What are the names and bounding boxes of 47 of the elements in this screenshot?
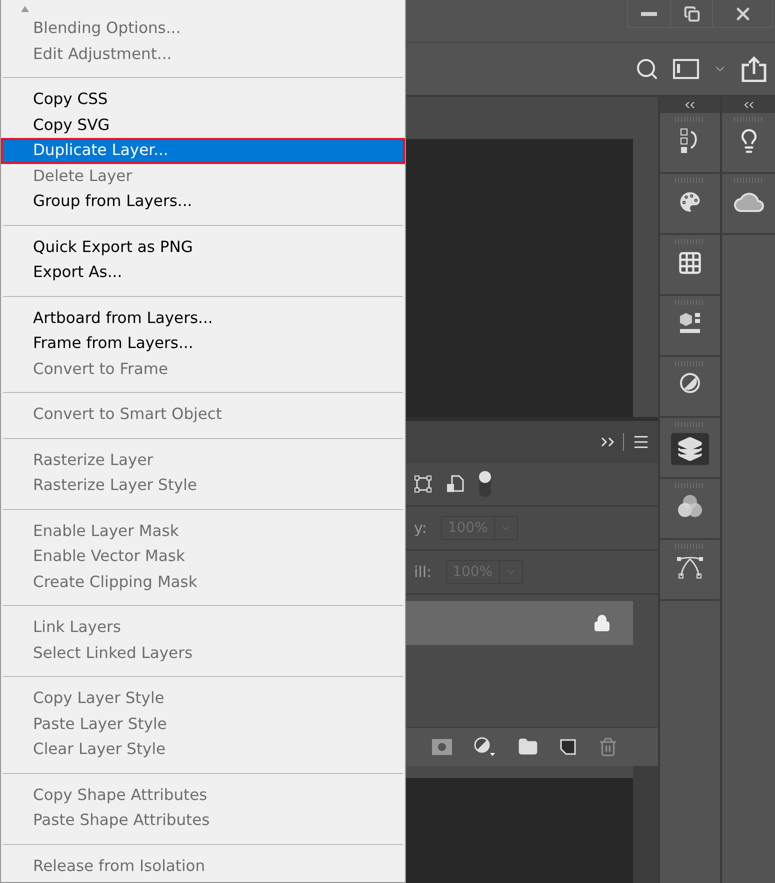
grip-icon: [675, 178, 705, 183]
workspace-button[interactable]: [673, 59, 699, 79]
lock-icon: [593, 614, 611, 632]
path-icon: [676, 555, 704, 579]
search-button[interactable]: [635, 57, 659, 81]
menu-icon[interactable]: [632, 433, 650, 451]
grip-icon: [734, 117, 764, 122]
grip-icon: [675, 300, 705, 305]
collapse-icon[interactable]: [685, 102, 695, 108]
field-label: y:: [414, 519, 427, 537]
workspace-icon: [673, 59, 699, 79]
channels-icon: [677, 494, 703, 518]
search-icon: [635, 57, 659, 81]
menu-item[interactable]: Copy CSS: [1, 87, 405, 112]
minimize-icon: [641, 12, 657, 16]
collapse-icon[interactable]: [744, 102, 754, 108]
share-button[interactable]: [741, 56, 767, 82]
menu-item[interactable]: Duplicate Layer...: [1, 138, 405, 164]
restore-icon: [684, 6, 700, 22]
transform-icon[interactable]: [414, 475, 432, 493]
grip-icon: [675, 239, 705, 244]
grip-icon: [675, 544, 705, 549]
menu-item[interactable]: Group from Layers...: [1, 189, 405, 214]
menu-item[interactable]: Artboard from Layers...: [1, 306, 405, 331]
grip-icon: [675, 483, 705, 488]
menu-item[interactable]: Frame from Layers...: [1, 331, 405, 356]
layers-icon: [677, 436, 703, 462]
adjustment-icon: [679, 372, 701, 394]
grip-icon: [675, 117, 705, 122]
grip-icon: [734, 178, 764, 183]
cube-icon: [678, 311, 702, 335]
share-icon: [741, 56, 767, 82]
artboard-icon[interactable]: [446, 475, 464, 493]
field-label: ill:: [414, 563, 432, 581]
expand-icon[interactable]: [601, 437, 615, 447]
grid-icon: [677, 250, 703, 276]
adjustment-icon[interactable]: [474, 737, 496, 757]
grip-icon: [675, 361, 705, 366]
folder-icon[interactable]: [518, 737, 538, 757]
grip-icon: [675, 422, 705, 427]
new-layer-icon[interactable]: [560, 739, 576, 755]
mask-icon[interactable]: [432, 739, 452, 755]
menu-item[interactable]: Export As...: [1, 260, 405, 286]
toggle-icon[interactable]: [478, 470, 492, 498]
menu-item[interactable]: Copy SVG: [1, 112, 405, 138]
palette-icon: [677, 189, 703, 215]
menu-item[interactable]: Quick Export as PNG: [1, 234, 405, 260]
